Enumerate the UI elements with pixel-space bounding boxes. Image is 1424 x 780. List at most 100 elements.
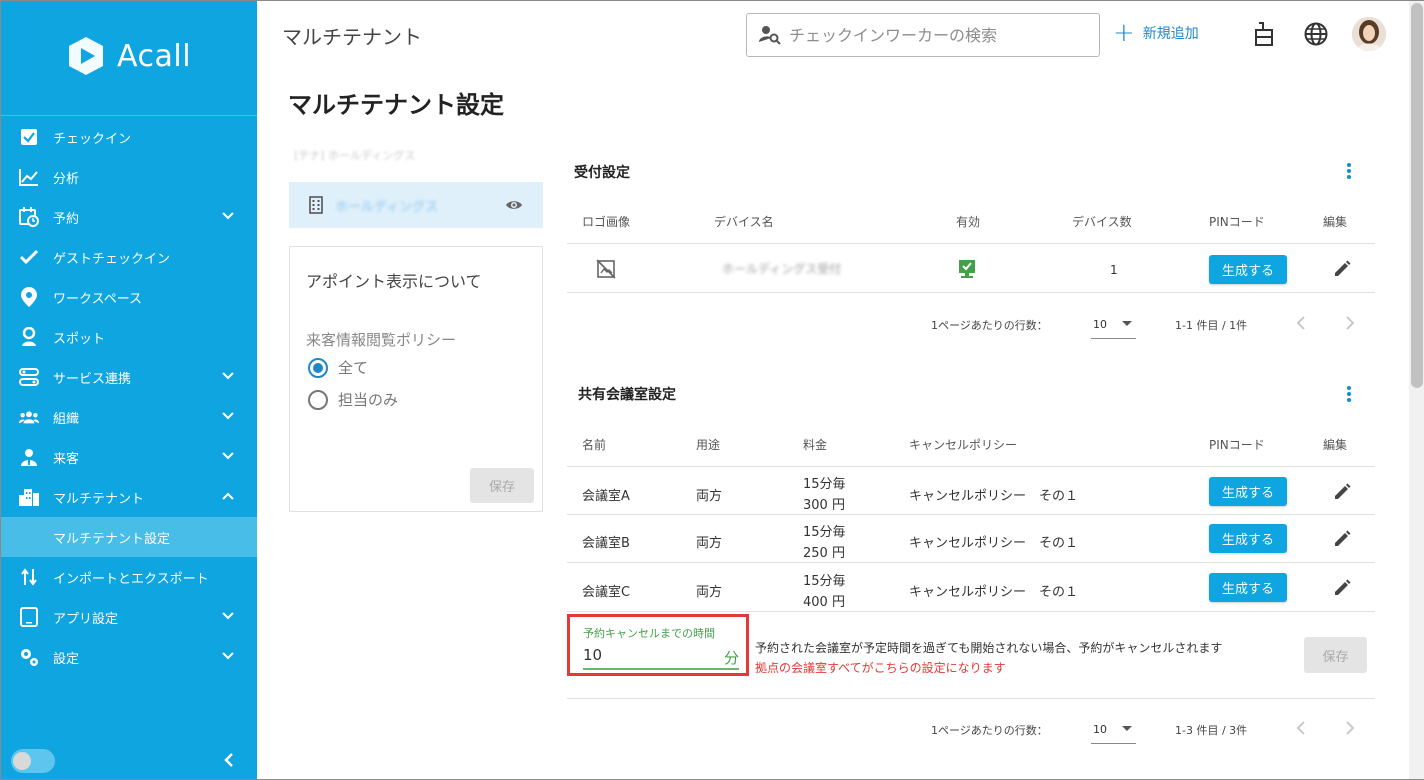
column-header: 料金 xyxy=(803,438,828,452)
cancel-time-field[interactable]: 分 xyxy=(583,644,739,670)
column-header: デバイス名 xyxy=(714,215,774,229)
table-divider xyxy=(567,292,1375,293)
sidebar-item-spot[interactable]: スポット xyxy=(1,317,257,357)
kiosk-device-icon[interactable] xyxy=(1251,21,1277,47)
logo-text: Acall xyxy=(117,38,192,74)
integration-icon xyxy=(19,367,39,387)
reception-section-title: 受付設定 xyxy=(574,165,630,181)
radio-option-assigned-only[interactable]: 担当のみ xyxy=(308,389,398,410)
table-divider xyxy=(567,243,1375,244)
sidebar-item-workspace[interactable]: ワークスペース xyxy=(1,277,257,317)
table-divider xyxy=(567,562,1375,563)
user-avatar[interactable] xyxy=(1352,17,1386,51)
chevron-down-icon[interactable] xyxy=(221,609,235,623)
acall-logo[interactable]: Acall xyxy=(65,35,191,77)
visitor-policy-label: 来客情報閲覧ポリシー xyxy=(306,331,457,349)
radio-checked-icon[interactable] xyxy=(308,357,328,378)
sidebar-item-organization[interactable]: 組織 xyxy=(1,397,257,437)
radio-unchecked-icon[interactable] xyxy=(308,389,328,410)
room-fee-interval: 15分毎 xyxy=(803,525,846,540)
prev-page-icon[interactable] xyxy=(1295,721,1307,735)
chevron-down-icon[interactable] xyxy=(221,409,235,423)
chevron-down-icon[interactable] xyxy=(221,209,235,223)
generate-pin-button[interactable]: 生成する xyxy=(1209,524,1287,553)
person-search-icon xyxy=(759,26,781,45)
collapse-sidebar-icon[interactable] xyxy=(219,749,239,771)
generate-pin-button[interactable]: 生成する xyxy=(1209,573,1287,602)
page-range: 1-1 件目 / 1件 xyxy=(1175,319,1248,332)
theme-toggle[interactable] xyxy=(11,749,55,773)
column-header: PINコード xyxy=(1209,215,1265,229)
sidebar-item-visitors[interactable]: 来客 xyxy=(1,437,257,477)
room-fee-interval: 15分毎 xyxy=(803,477,846,492)
cancel-time-input[interactable] xyxy=(583,644,683,664)
sidebar-item-settings[interactable]: 設定 xyxy=(1,637,257,677)
room-cancel-policy: キャンセルポリシー その１ xyxy=(909,489,1079,504)
tenant-label: [テナ] ホールディングス xyxy=(294,149,416,162)
more-vert-icon[interactable] xyxy=(1346,385,1352,403)
sidebar-subitem-multitenant-settings[interactable]: マルチテナント設定 xyxy=(1,517,257,557)
eye-icon[interactable] xyxy=(505,197,523,213)
sidebar-item-checkin[interactable]: チェックイン xyxy=(1,117,257,157)
rooms-save-button[interactable]: 保存 xyxy=(1304,637,1367,673)
next-page-icon[interactable] xyxy=(1344,316,1356,330)
sidebar-item-label: 設定 xyxy=(53,651,80,667)
sidebar-item-multitenant[interactable]: マルチテナント xyxy=(1,477,257,517)
logo-mark-icon xyxy=(69,37,103,75)
sidebar-item-guest-checkin[interactable]: ゲストチェックイン xyxy=(1,237,257,277)
scrollbar[interactable] xyxy=(1409,1,1424,779)
prev-page-icon[interactable] xyxy=(1295,316,1307,330)
add-new-button[interactable]: + 新規追加 xyxy=(1113,20,1199,46)
room-cancel-policy: キャンセルポリシー その１ xyxy=(909,585,1079,600)
visitor-icon xyxy=(19,447,39,467)
sidebar-item-reservation[interactable]: 予約 xyxy=(1,197,257,237)
room-use: 両方 xyxy=(696,585,723,600)
more-vert-icon[interactable] xyxy=(1346,162,1352,180)
room-fee-price: 250 円 xyxy=(803,546,845,561)
dropdown-arrow-icon xyxy=(1122,726,1132,731)
appointment-save-button[interactable]: 保存 xyxy=(470,468,534,503)
sidebar-item-label: マルチテナント xyxy=(53,491,145,507)
column-header: デバイス数 xyxy=(1072,215,1132,229)
tenant-list-item[interactable]: ホールディングス xyxy=(289,182,543,228)
page-title: マルチテナント設定 xyxy=(288,91,504,119)
tenant-name: ホールディングス xyxy=(335,199,439,215)
sidebar-item-label: 予約 xyxy=(53,211,80,227)
sidebar-item-integrations[interactable]: サービス連携 xyxy=(1,357,257,397)
building-icon xyxy=(19,487,39,507)
cancel-time-unit: 分 xyxy=(723,649,739,667)
generate-pin-button[interactable]: 生成する xyxy=(1209,255,1287,284)
next-page-icon[interactable] xyxy=(1344,721,1356,735)
sidebar-item-label: 分析 xyxy=(53,171,80,187)
chevron-down-icon[interactable] xyxy=(221,369,235,383)
radio-label: 担当のみ xyxy=(338,391,399,409)
sidebar-item-import-export[interactable]: インポートとエクスポート xyxy=(1,557,257,597)
rows-per-page-select[interactable]: 10 xyxy=(1091,313,1136,339)
edit-pencil-icon[interactable] xyxy=(1332,259,1352,279)
sidebar-item-label: ワークスペース xyxy=(53,291,143,307)
globe-icon[interactable] xyxy=(1303,21,1329,47)
room-fee-price: 400 円 xyxy=(803,595,845,610)
generate-pin-button[interactable]: 生成する xyxy=(1209,477,1287,506)
chevron-up-icon[interactable] xyxy=(221,489,235,503)
room-cancel-policy: キャンセルポリシー その１ xyxy=(909,536,1079,551)
column-header: 編集 xyxy=(1323,215,1348,229)
radio-option-all[interactable]: 全て xyxy=(308,357,368,378)
sidebar-item-app-settings[interactable]: アプリ設定 xyxy=(1,597,257,637)
edit-pencil-icon[interactable] xyxy=(1332,578,1352,598)
table-divider xyxy=(567,514,1375,515)
chevron-down-icon[interactable] xyxy=(221,649,235,663)
sidebar-item-label: インポートとエクスポート xyxy=(53,571,209,587)
edit-pencil-icon[interactable] xyxy=(1332,529,1352,549)
edit-pencil-icon[interactable] xyxy=(1332,482,1352,502)
scrollbar-thumb[interactable] xyxy=(1411,3,1423,388)
rows-per-page-select[interactable]: 10 xyxy=(1091,718,1136,744)
rows-per-page-label: 1ページあたりの行数： xyxy=(931,724,1048,737)
search-box[interactable] xyxy=(746,13,1100,57)
rows-per-page-value: 10 xyxy=(1093,318,1107,331)
chevron-down-icon[interactable] xyxy=(221,449,235,463)
search-input[interactable] xyxy=(789,25,1089,45)
check-square-icon xyxy=(19,127,39,147)
calendar-clock-icon xyxy=(19,207,39,227)
sidebar-item-analytics[interactable]: 分析 xyxy=(1,157,257,197)
